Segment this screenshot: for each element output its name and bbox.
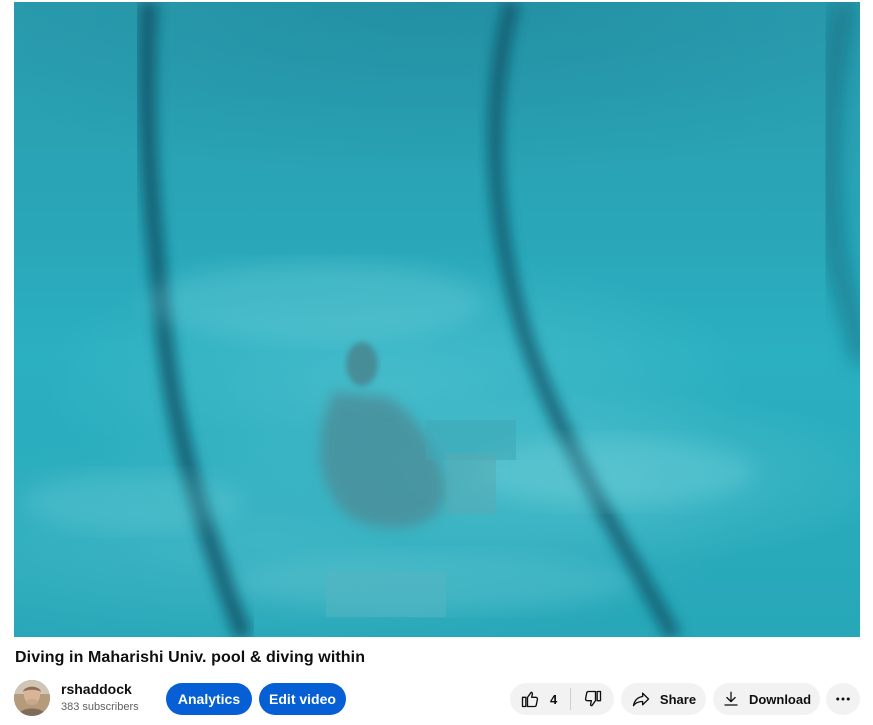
video-player[interactable] <box>14 2 860 637</box>
analytics-button[interactable]: Analytics <box>166 683 252 715</box>
avatar-image <box>14 680 50 716</box>
subscriber-count: 383 subscribers <box>61 701 139 713</box>
download-button[interactable]: Download <box>713 683 820 715</box>
like-dislike-segment: 4 <box>510 683 614 715</box>
thumbs-up-icon <box>521 691 539 708</box>
more-horizontal-icon <box>836 697 850 701</box>
like-button[interactable]: 4 <box>510 683 557 715</box>
share-arrow-icon <box>632 692 650 707</box>
like-count: 4 <box>550 691 558 707</box>
download-icon <box>724 691 738 706</box>
channel-info: rshaddock 383 subscribers <box>14 680 139 716</box>
channel-avatar[interactable] <box>14 680 50 716</box>
video-title: Diving in Maharishi Univ. pool & diving … <box>15 649 366 666</box>
video-frame <box>24 2 860 637</box>
more-actions-button[interactable] <box>826 683 860 715</box>
download-label: Download <box>748 691 812 707</box>
channel-name[interactable]: rshaddock <box>61 681 139 698</box>
share-label: Share <box>659 691 697 707</box>
thumbs-down-icon <box>585 690 602 707</box>
share-button[interactable]: Share <box>621 683 706 715</box>
dislike-button[interactable] <box>571 683 603 715</box>
edit-video-button[interactable]: Edit video <box>259 683 346 715</box>
